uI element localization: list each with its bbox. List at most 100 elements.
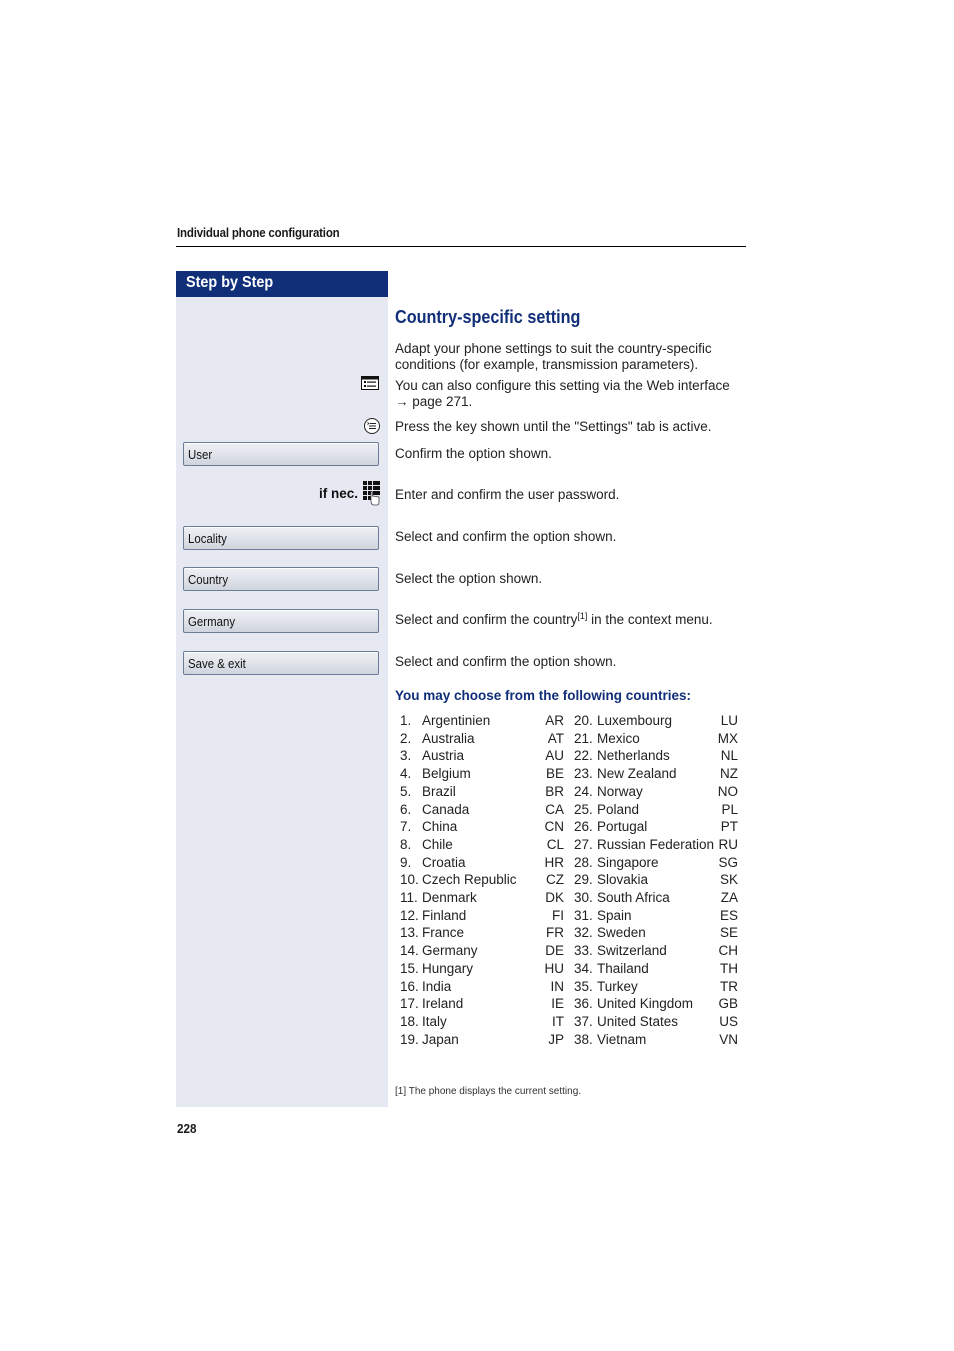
step-germany-text-before: Select and confirm the country	[395, 612, 578, 627]
page-number: 228	[177, 1121, 197, 1136]
running-header: Individual phone configuration	[177, 226, 340, 240]
country-name: Netherlands	[597, 748, 670, 764]
country-name: Norway	[597, 783, 643, 799]
step-user-text: Confirm the option shown.	[395, 446, 552, 461]
country-row: 27. Russian Federation RU	[574, 836, 738, 854]
country-row: 35. Turkey TR	[574, 978, 738, 996]
country-num: 17.	[400, 996, 419, 1012]
country-code: PL	[721, 801, 738, 817]
country-code: NL	[720, 748, 738, 764]
country-name: Italy	[422, 1013, 447, 1029]
country-row: 10. Czech Republic CZ	[400, 871, 564, 889]
country-code: PT	[720, 819, 738, 835]
country-num: 25.	[574, 801, 593, 817]
country-name: Austria	[422, 748, 465, 764]
country-row: 20. Luxembourg LU	[574, 712, 738, 730]
country-num: 38.	[574, 1031, 593, 1047]
country-code: CZ	[546, 872, 564, 888]
country-num: 34.	[574, 960, 593, 976]
country-name: France	[422, 925, 465, 941]
save-exit-button-label: Save & exit	[188, 656, 246, 671]
country-name: Switzerland	[597, 943, 667, 959]
country-name: Canada	[422, 801, 470, 817]
sidebar-header: Step by Step	[176, 271, 388, 297]
country-code: ZA	[720, 890, 738, 905]
country-code: SK	[719, 872, 738, 888]
country-row: 9. Croatia HR	[400, 854, 564, 872]
country-num: 31.	[574, 907, 593, 923]
country-row: 22. Netherlands NL	[574, 747, 738, 765]
country-row: 31. Spain ES	[574, 907, 738, 925]
country-code: CL	[546, 836, 564, 852]
country-code: MX	[717, 730, 738, 746]
locality-button[interactable]: Locality	[183, 526, 379, 550]
step-sidebar	[176, 271, 388, 1107]
country-num: 32.	[574, 925, 593, 941]
country-name: Croatia	[422, 854, 466, 870]
country-row: 23. New Zealand NZ	[574, 765, 738, 783]
country-row: 37. United States US	[574, 1013, 738, 1031]
country-name: Argentinien	[422, 713, 491, 728]
country-name: Sweden	[597, 925, 646, 941]
country-name: Belgium	[422, 766, 471, 782]
country-name: Singapore	[597, 854, 659, 870]
country-row: 29. Slovakia SK	[574, 871, 738, 889]
footnote: [1] The phone displays the current setti…	[395, 1086, 582, 1097]
web-interface-page-link[interactable]: → page 271.	[395, 394, 472, 410]
country-num: 21.	[574, 730, 593, 746]
step-country-text: Select the option shown.	[395, 571, 543, 586]
country-num: 37.	[574, 1013, 593, 1029]
country-code: SG	[718, 854, 738, 870]
country-code: DE	[545, 943, 564, 959]
country-name: New Zealand	[597, 766, 677, 782]
country-code: FI	[552, 907, 564, 923]
country-num: 26.	[574, 819, 593, 835]
country-row: 18. Italy IT	[400, 1013, 564, 1031]
country-name: Luxembourg	[597, 713, 673, 728]
country-row: 16. India IN	[400, 978, 564, 996]
country-name: Australia	[422, 730, 475, 746]
country-code: IE	[551, 996, 564, 1012]
country-name: Slovakia	[597, 872, 649, 888]
germany-button[interactable]: Germany	[183, 609, 379, 633]
country-row: 5. Brazil BR	[400, 783, 564, 801]
country-row: 28. Singapore SG	[574, 854, 738, 872]
if-necessary-label: if nec.	[318, 486, 358, 501]
country-num: 9.	[400, 854, 412, 870]
country-num: 14.	[400, 943, 419, 959]
step-germany-text-after: in the context menu.	[587, 612, 713, 627]
country-code: IN	[550, 978, 565, 994]
press-key-text: Press the key shown until the "Settings"…	[395, 419, 712, 434]
country-name: South Africa	[597, 890, 670, 905]
save-exit-button[interactable]: Save & exit	[183, 651, 379, 675]
country-name: Hungary	[422, 960, 474, 976]
country-code: ES	[719, 907, 738, 923]
country-name: India	[422, 978, 452, 994]
country-num: 8.	[400, 836, 412, 852]
user-button-label: User	[188, 447, 213, 462]
step-password-text: Enter and confirm the user password.	[395, 487, 620, 502]
country-num: 27.	[574, 836, 593, 852]
country-name: Turkey	[597, 978, 638, 994]
country-code: US	[719, 1013, 738, 1029]
country-row: 4. Belgium BE	[400, 765, 564, 783]
country-name: Portugal	[597, 819, 648, 835]
country-num: 35.	[574, 978, 593, 994]
country-name: Japan	[422, 1031, 459, 1047]
user-button[interactable]: User	[183, 442, 379, 466]
country-row: 34. Thailand TH	[574, 960, 738, 978]
germany-button-label: Germany	[188, 614, 236, 629]
web-interface-icon	[361, 376, 379, 390]
country-name: Chile	[422, 836, 453, 852]
countries-heading: You may choose from the following countr…	[395, 688, 692, 703]
country-name: Mexico	[597, 730, 640, 746]
country-code: NO	[717, 783, 738, 799]
country-code: SE	[719, 925, 738, 941]
country-code: VN	[719, 1031, 738, 1047]
step-save-text: Select and confirm the option shown.	[395, 654, 617, 669]
country-button[interactable]: Country	[183, 567, 379, 591]
country-name: United States	[597, 1013, 679, 1029]
country-row: 11. Denmark DK	[400, 889, 564, 907]
country-num: 18.	[400, 1013, 419, 1029]
country-code: LU	[720, 713, 738, 728]
